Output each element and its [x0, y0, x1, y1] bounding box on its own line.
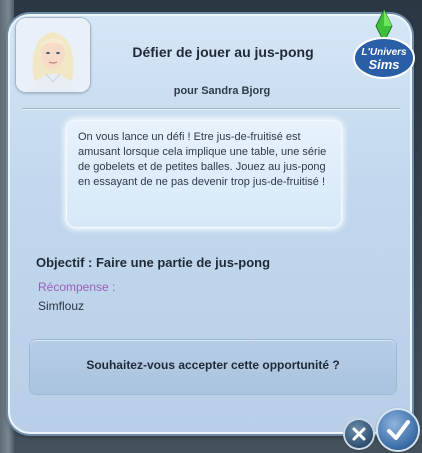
sim-portrait	[16, 18, 90, 92]
reward-value: Simflouz	[38, 299, 85, 313]
dialog-subtitle: pour Sandra Bjorg	[173, 85, 271, 97]
checkmark-icon	[387, 420, 410, 440]
header-divider	[22, 108, 400, 109]
game-screen: Défier de jouer au jus-pong L'Univers Si…	[0, 0, 422, 453]
logo-line2: Sims	[368, 57, 399, 72]
close-icon	[352, 427, 366, 441]
opportunity-description: On vous lance un défi ! Etre jus-de-frui…	[66, 120, 342, 228]
question-text: Souhaitez-vous accepter cette opportunit…	[86, 358, 340, 372]
accept-button[interactable]	[378, 410, 418, 450]
question-box: Souhaitez-vous accepter cette opportunit…	[30, 340, 396, 394]
univers-sims-logo: L'Univers Sims	[348, 8, 418, 84]
dialog-title: Défier de jouer au jus-pong	[132, 44, 314, 60]
reward-label: Récompense :	[38, 280, 116, 294]
objective-text: Objectif : Faire une partie de jus-pong	[36, 255, 271, 270]
decline-button[interactable]	[345, 420, 373, 448]
